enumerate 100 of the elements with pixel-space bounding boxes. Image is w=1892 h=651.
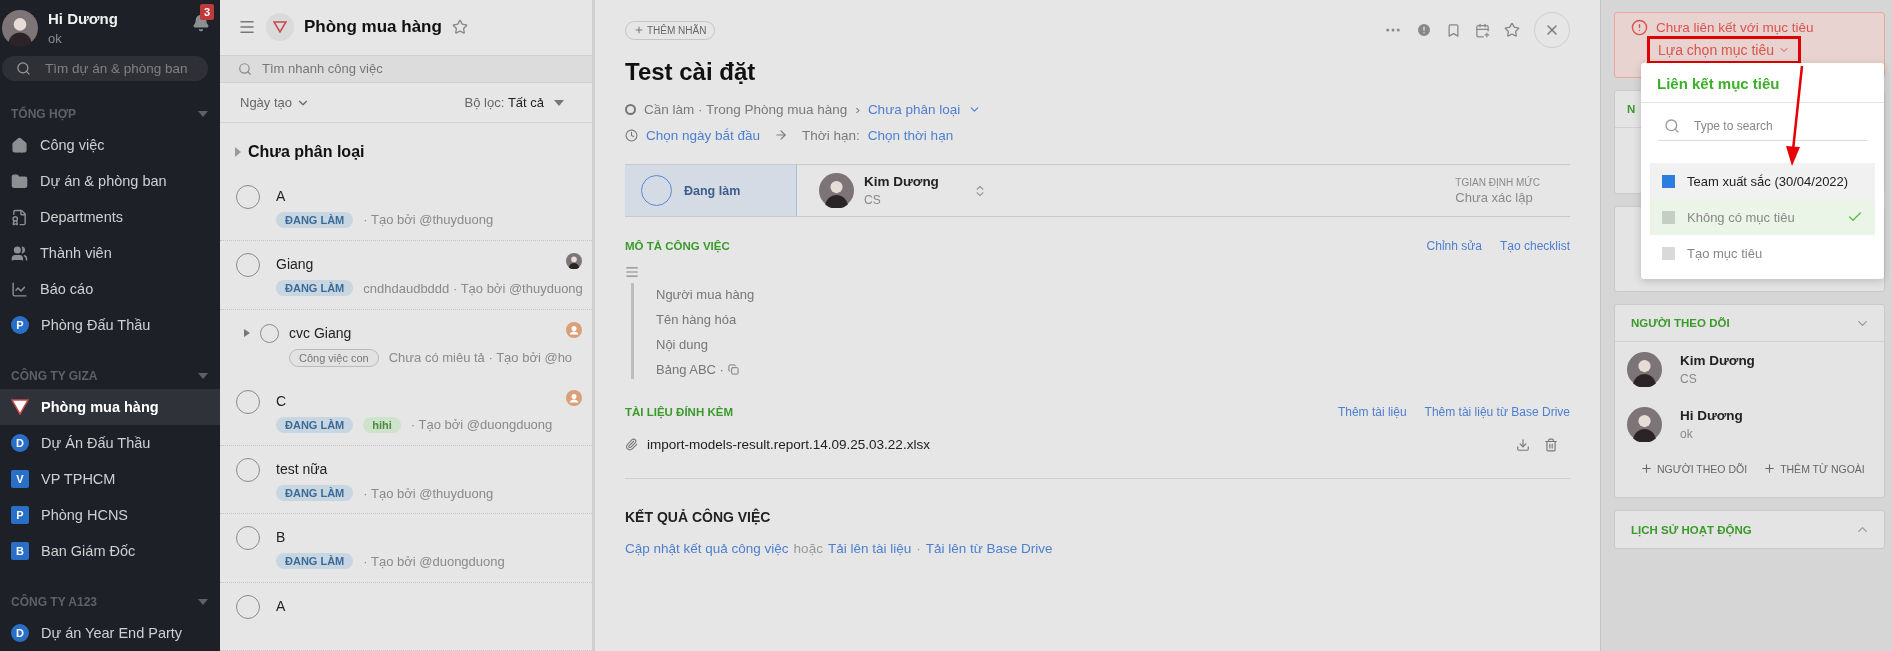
task-title[interactable]: cvc Giang xyxy=(289,321,352,341)
goal-option[interactable]: Team xuất sắc (30/04/2022) xyxy=(1650,163,1875,199)
filter-dropdown[interactable]: Bộ lọc: Tất cả xyxy=(464,95,564,111)
task-meta: cndhdaudbddd · Tạo bởi @thuyduong xyxy=(363,280,583,296)
card-title: N xyxy=(1627,103,1636,115)
project-badge: D xyxy=(11,434,29,452)
project-badge: V xyxy=(11,470,29,488)
sidebar-item[interactable]: Công việc xyxy=(0,127,220,163)
caret-icon[interactable] xyxy=(234,146,242,157)
home-icon xyxy=(11,136,28,154)
description-line: Nội dung xyxy=(656,337,709,352)
star-icon[interactable] xyxy=(1504,22,1520,38)
group-title: Chưa phân loại xyxy=(248,142,365,161)
follower-name: Hi Dương xyxy=(1680,408,1743,423)
copy-icon[interactable] xyxy=(727,364,739,375)
description-line: Người mua hàng xyxy=(656,287,755,302)
assignee-name: Kim Dương xyxy=(864,174,939,189)
status-tag: ĐANG LÀM xyxy=(276,416,354,433)
norm-value: Chưa xác lập xyxy=(1455,189,1534,205)
caret-down-icon[interactable] xyxy=(198,599,208,605)
follower-role: ok xyxy=(1680,427,1694,441)
task-title[interactable]: Giang xyxy=(276,253,314,273)
sidebar-item[interactable]: D Dự Án Đấu Thầu xyxy=(0,425,220,461)
section-title: CÔNG TY GIZA xyxy=(11,369,98,383)
connector-text: · xyxy=(916,541,921,556)
file-name[interactable]: import-models-result.report.14.09.25.03.22.xlsx xyxy=(647,437,930,452)
avatar xyxy=(819,173,854,208)
subtask-tag: Công việc con xyxy=(289,348,379,367)
add-follower-button[interactable]: NGƯỜI THEO DÕI xyxy=(1640,462,1748,475)
plus-icon xyxy=(1640,462,1653,475)
sidebar-item[interactable]: P Phòng Đấu Thầu xyxy=(0,307,220,343)
exclamation-icon[interactable] xyxy=(1416,22,1432,38)
project-title: Phòng mua hàng xyxy=(304,17,442,38)
norm-label: TGIAN ĐỊNH MỨC xyxy=(1455,176,1540,188)
task-meta: · Tạo bởi @thuyduong xyxy=(363,212,494,228)
sidebar-item[interactable]: V VP TPHCM xyxy=(0,461,220,497)
description-line: Tên hàng hóa xyxy=(656,312,737,327)
calendar-plus-icon[interactable] xyxy=(1475,22,1490,38)
sidebar-item[interactable]: P Phòng HCNS xyxy=(0,497,220,533)
sidebar-item[interactable]: Dự án & phòng ban xyxy=(0,163,220,199)
project-badge: B xyxy=(11,542,29,560)
add-follower-button[interactable]: THÊM TỪ NGOÀI xyxy=(1763,462,1865,475)
folder-icon xyxy=(11,172,28,190)
task-location: Cần làm · Trong Phòng mua hàng xyxy=(644,101,848,117)
follower-role: CS xyxy=(1680,372,1698,386)
bookmark-icon[interactable] xyxy=(1446,22,1461,38)
section-title: TỔNG HỢP xyxy=(11,107,76,121)
status-toggle[interactable]: Đang làm xyxy=(625,165,797,216)
task-meta: Chưa có miêu tả · Tạo bởi @ho xyxy=(388,350,573,365)
search-icon xyxy=(1664,117,1680,134)
download-icon[interactable] xyxy=(1516,437,1530,452)
goal-option[interactable]: Tạo mục tiêu xyxy=(1650,235,1875,271)
status-tag: ĐANG LÀM xyxy=(276,485,354,502)
clock-icon xyxy=(625,128,638,142)
sidebar-item[interactable]: Departments xyxy=(0,199,220,235)
plus-icon xyxy=(634,25,644,35)
sort-dropdown[interactable]: Ngày tạo xyxy=(240,95,311,111)
triangle-icon xyxy=(11,399,29,415)
paperclip-icon xyxy=(625,438,638,451)
avatar-placeholder-icon xyxy=(566,321,582,338)
chart-icon xyxy=(11,280,28,298)
user-status: ok xyxy=(48,31,63,46)
avatar xyxy=(1627,407,1662,442)
users-icon xyxy=(11,244,28,262)
breadcrumb-separator: › xyxy=(855,101,860,117)
task-title[interactable]: C xyxy=(276,389,287,409)
document-star-icon xyxy=(11,208,28,226)
star-icon[interactable] xyxy=(451,19,468,36)
menu-title: Liên kết mục tiêu xyxy=(1641,63,1884,103)
trash-icon[interactable] xyxy=(1544,437,1558,452)
task-title[interactable]: test nữa xyxy=(276,458,328,478)
task-title[interactable]: B xyxy=(276,526,286,546)
label-tag: hihi xyxy=(363,416,401,433)
notification-count: 3 xyxy=(200,4,215,20)
caret-icon[interactable] xyxy=(244,328,250,337)
section-title: KẾT QUẢ CÔNG VIỆC xyxy=(625,509,772,525)
sidebar-item[interactable]: Phòng mua hàng xyxy=(0,389,220,425)
task-title[interactable]: A xyxy=(276,594,286,614)
project-icon xyxy=(266,13,294,42)
avatar xyxy=(566,253,582,270)
project-badge: P xyxy=(11,506,29,524)
caret-down-icon[interactable] xyxy=(198,373,208,379)
arrow-right-icon xyxy=(774,128,789,142)
project-badge: P xyxy=(11,316,29,334)
deadline-label: Thời hạn: xyxy=(802,127,860,143)
sidebar-item[interactable]: D Dự án Year End Party xyxy=(0,615,220,651)
status-tag: ĐANG LÀM xyxy=(276,211,354,228)
task-meta: · Tạo bởi @duongduong xyxy=(363,553,505,569)
caret-down-icon[interactable] xyxy=(198,111,208,117)
sidebar-item[interactable]: B Ban Giám Đốc xyxy=(0,533,220,569)
user-name: Hi Dương xyxy=(48,10,118,27)
avatar xyxy=(1627,352,1662,387)
alert-icon xyxy=(1631,19,1648,36)
search-icon xyxy=(238,61,252,76)
search-field[interactable]: Type to search xyxy=(1658,111,1867,141)
task-title[interactable]: A xyxy=(276,184,286,204)
avatar-placeholder-icon xyxy=(566,389,582,406)
sidebar-item[interactable]: Báo cáo xyxy=(0,271,220,307)
caret-down-icon xyxy=(554,99,564,106)
sidebar-item[interactable]: Thành viên xyxy=(0,235,220,271)
